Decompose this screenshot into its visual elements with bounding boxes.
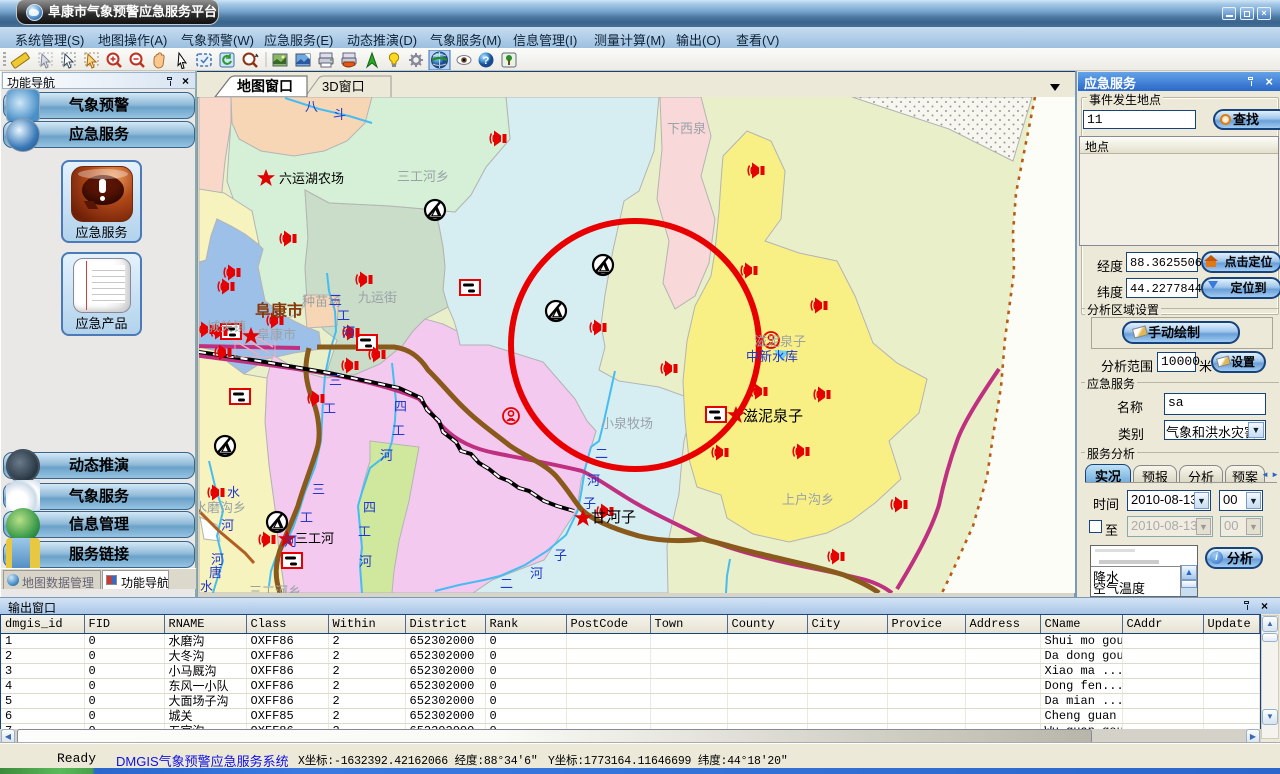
svg-text:三工河乡: 三工河乡 <box>249 584 301 593</box>
svg-text:工: 工 <box>358 524 371 539</box>
svg-text:三工河: 三工河 <box>295 531 334 546</box>
svg-text:阜康市: 阜康市 <box>255 301 303 320</box>
svg-text:子: 子 <box>554 548 567 563</box>
svg-text:水: 水 <box>200 579 213 593</box>
svg-text:滋泥泉子: 滋泥泉子 <box>754 334 806 349</box>
svg-text:工: 工 <box>337 308 350 323</box>
svg-text:六运湖农场: 六运湖农场 <box>279 171 344 186</box>
svg-text:四: 四 <box>394 399 407 414</box>
svg-text:唐: 唐 <box>209 565 222 580</box>
svg-text:甘河子: 甘河子 <box>591 509 636 526</box>
svg-text:三工河乡: 三工河乡 <box>397 169 449 184</box>
svg-text:河: 河 <box>342 325 355 340</box>
svg-text:三: 三 <box>329 293 342 308</box>
svg-text:河: 河 <box>359 554 372 569</box>
svg-text:城关镇: 城关镇 <box>207 319 246 334</box>
svg-text:水: 水 <box>227 485 240 500</box>
svg-text:下西泉: 下西泉 <box>667 121 706 136</box>
svg-text:子: 子 <box>583 496 596 511</box>
svg-text:工: 工 <box>392 423 405 438</box>
svg-text:上户沟乡: 上户沟乡 <box>782 492 834 507</box>
svg-text:3D窗口: 3D窗口 <box>322 79 365 94</box>
svg-text:二: 二 <box>595 446 608 461</box>
svg-text:河: 河 <box>221 518 234 533</box>
svg-text:斗: 斗 <box>333 107 346 122</box>
svg-text:三: 三 <box>329 373 342 388</box>
svg-text:二: 二 <box>500 576 513 591</box>
svg-text:工: 工 <box>300 510 313 525</box>
svg-text:小泉牧场: 小泉牧场 <box>601 416 653 431</box>
svg-text:四: 四 <box>363 500 376 515</box>
svg-text:阜康市: 阜康市 <box>257 327 296 342</box>
svg-text:河: 河 <box>530 566 543 581</box>
svg-text:工: 工 <box>323 401 336 416</box>
svg-text:河: 河 <box>284 534 297 549</box>
svg-text:三: 三 <box>312 482 325 497</box>
svg-text:八: 八 <box>305 99 318 114</box>
svg-text:地图窗口: 地图窗口 <box>237 78 293 94</box>
svg-text:滋泥泉子: 滋泥泉子 <box>743 408 803 425</box>
svg-text:河: 河 <box>587 473 600 488</box>
svg-text:水磨沟乡: 水磨沟乡 <box>199 500 246 515</box>
svg-text:?: ? <box>483 55 490 67</box>
svg-text:九运街: 九运街 <box>358 290 397 305</box>
svg-text:中新水库: 中新水库 <box>746 349 798 364</box>
svg-text:河: 河 <box>380 448 393 463</box>
